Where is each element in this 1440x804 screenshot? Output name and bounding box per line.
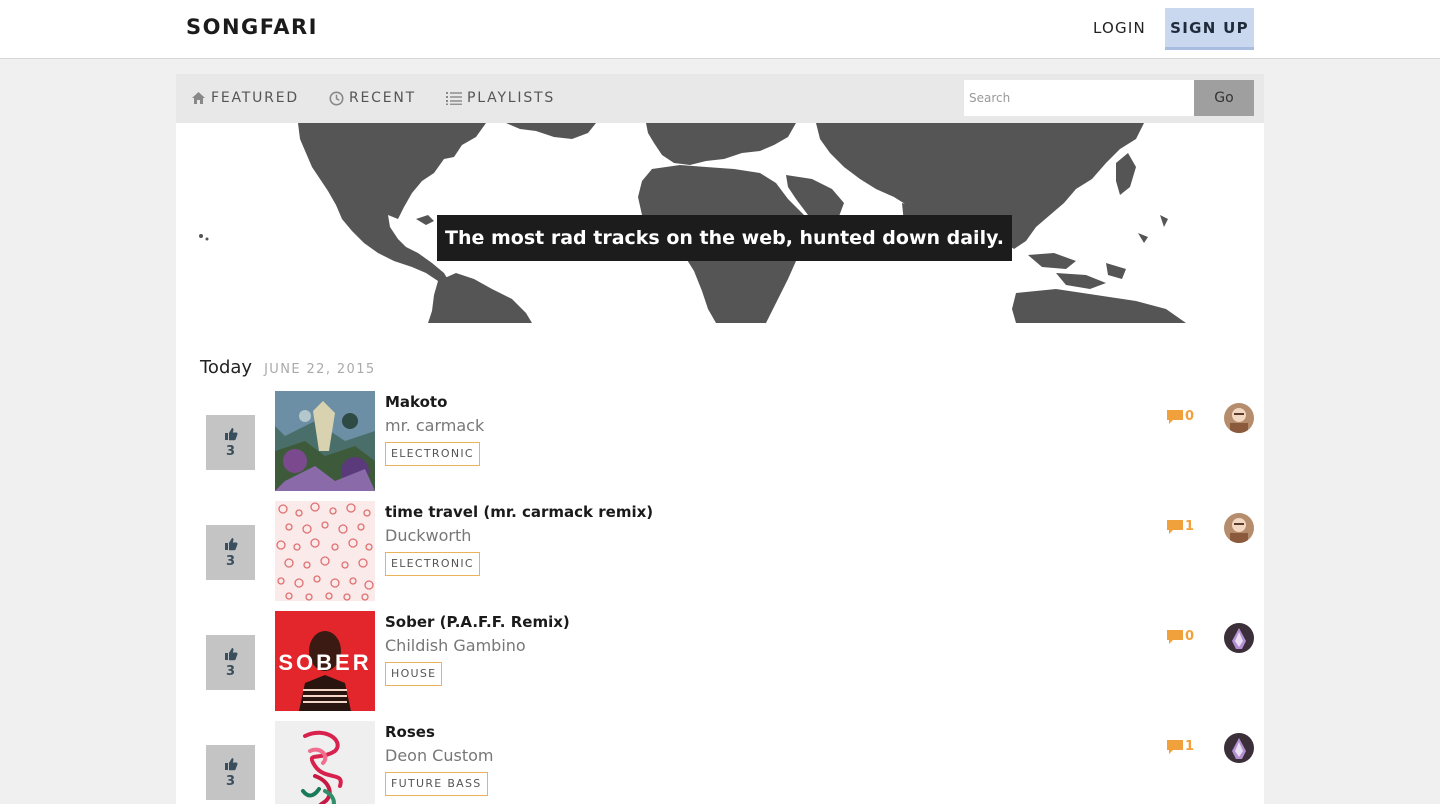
album-art[interactable] [275,721,375,804]
thumbs-up-icon [224,757,238,770]
track-row: 3 Roses Deon Custom FUTURE BASS 1 [176,721,1264,804]
album-art-text: SOBER [278,650,371,675]
avatar[interactable] [1224,513,1254,543]
nav-item-label: RECENT [349,90,417,106]
nav-item-label: FEATURED [211,90,299,106]
top-header: SONGFARI LOGIN SIGN UP [0,0,1440,59]
avatar[interactable] [1224,733,1254,763]
vote-count: 3 [225,773,236,789]
clock-icon [329,91,344,105]
track-artist[interactable]: Duckworth [385,526,471,545]
nav-item-label: PLAYLISTS [467,90,556,106]
nav-bar: FEATURED RECENT PLAYLISTS Go [176,74,1264,123]
day-label: Today [200,357,253,378]
track-row: 3 Makoto mr. carmack ELECTRONIC 0 [176,391,1264,501]
genre-tag[interactable]: HOUSE [385,662,443,686]
day-header: Today JUNE 22, 2015 [200,357,376,378]
comment-icon [1167,519,1183,534]
brand-logo[interactable]: SONGFARI [186,15,318,39]
album-art-image [275,501,375,601]
vote-count: 3 [225,553,236,569]
upvote-button[interactable]: 3 [206,415,255,470]
track-row: 3 SOBER Sober (P.A.F.F. Remix) Childish … [176,611,1264,721]
hero-map: The most rad tracks on the web, hunted d… [176,123,1264,323]
comment-icon [1167,739,1183,754]
track-title[interactable]: Sober (P.A.F.F. Remix) [385,613,570,631]
album-art[interactable] [275,391,375,491]
genre-tag[interactable]: ELECTRONIC [385,442,480,466]
go-button[interactable]: Go [1194,80,1254,116]
comment-icon [1167,409,1183,424]
vote-count: 3 [225,443,236,459]
nav-item-featured[interactable]: FEATURED [191,90,299,106]
album-art-image [275,391,375,491]
comments-link[interactable]: 0 [1167,409,1194,424]
main-content: FEATURED RECENT PLAYLISTS Go [176,74,1264,804]
upvote-button[interactable]: 3 [206,635,255,690]
vote-count: 3 [225,663,236,679]
thumbs-up-icon [224,427,238,440]
comment-count: 0 [1185,409,1195,424]
search-input[interactable] [964,80,1194,116]
track-row: 3 time travel (mr. carmack remix) Duckwo… [176,501,1264,611]
comments-link[interactable]: 0 [1167,629,1194,644]
comments-link[interactable]: 1 [1167,519,1194,534]
list-icon [446,92,462,105]
day-date: JUNE 22, 2015 [264,362,376,377]
login-link[interactable]: LOGIN [1093,19,1146,37]
upvote-button[interactable]: 3 [206,745,255,800]
genre-tag[interactable]: ELECTRONIC [385,552,480,576]
nav-item-recent[interactable]: RECENT [329,90,416,106]
comment-count: 1 [1185,739,1195,754]
thumbs-up-icon [224,647,238,660]
genre-tag[interactable]: FUTURE BASS [385,772,488,796]
nav-item-playlists[interactable]: PLAYLISTS [446,90,555,106]
avatar[interactable] [1224,403,1254,433]
album-art-image: SOBER [275,611,375,711]
album-art[interactable] [275,501,375,601]
comment-count: 1 [1185,519,1195,534]
track-title[interactable]: Roses [385,723,435,741]
comments-link[interactable]: 1 [1167,739,1194,754]
signup-button[interactable]: SIGN UP [1165,8,1254,50]
avatar[interactable] [1224,623,1254,653]
album-art-image [275,721,375,804]
track-artist[interactable]: Childish Gambino [385,636,526,655]
thumbs-up-icon [224,537,238,550]
comment-icon [1167,629,1183,644]
upvote-button[interactable]: 3 [206,525,255,580]
track-artist[interactable]: Deon Custom [385,746,493,765]
track-title[interactable]: time travel (mr. carmack remix) [385,503,653,521]
home-icon [192,92,205,104]
track-artist[interactable]: mr. carmack [385,416,484,435]
track-title[interactable]: Makoto [385,393,447,411]
hero-tagline: The most rad tracks on the web, hunted d… [437,215,1012,261]
album-art[interactable]: SOBER [275,611,375,711]
comment-count: 0 [1185,629,1195,644]
